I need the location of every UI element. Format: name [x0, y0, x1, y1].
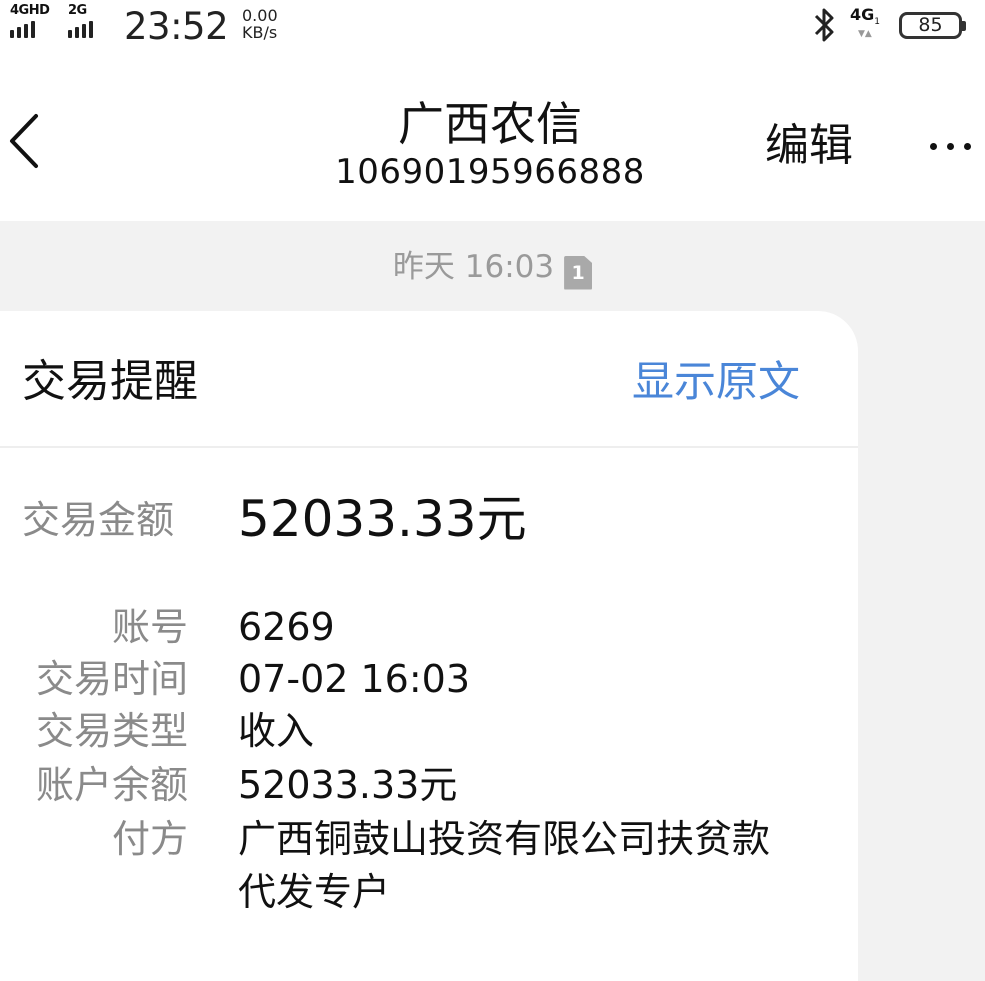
chevron-left-icon — [10, 114, 38, 168]
battery-icon: 85 — [899, 12, 966, 39]
signal-bars-icon — [10, 20, 49, 38]
field-label: 交易时间 — [35, 657, 188, 701]
battery-level: 85 — [918, 14, 943, 36]
conversation-title: 广西农信 10690195966888 — [280, 96, 700, 192]
signal-4ghd: 4GHD — [10, 3, 50, 38]
net-speed: 0.00 KB/s — [242, 7, 278, 41]
status-bar: 4GHD 2G 23:52 0.00 KB/s 4G1 ▼▲ 85 — [0, 0, 985, 56]
field-value: 6269 — [238, 605, 335, 649]
field-value: 广西铜鼓山投资有限公司扶贫款代发专户 — [238, 817, 771, 914]
network-type: 4G1 — [850, 6, 880, 31]
sender-name: 广西农信 — [398, 97, 582, 151]
network-type-sub: 1 — [874, 17, 880, 28]
network-type-label: 4G — [850, 5, 875, 24]
show-original-link[interactable]: 显示原文 — [632, 355, 800, 409]
dot-icon — [930, 142, 937, 150]
conversation-header: 广西农信 10690195966888 编辑 — [0, 56, 985, 221]
field-label: 付方 — [111, 817, 188, 861]
more-options-button[interactable] — [930, 134, 985, 158]
status-clock: 23:52 — [124, 5, 229, 48]
bluetooth-icon — [812, 6, 838, 48]
sim-card-icon: 1 — [564, 255, 593, 290]
signal-2g-label: 2G — [68, 3, 87, 18]
edit-button[interactable]: 编辑 — [765, 120, 853, 172]
signal-4ghd-label: 4GHD — [10, 3, 50, 18]
data-arrows-icon: ▼▲ — [858, 29, 872, 39]
field-label: 账号 — [111, 605, 188, 649]
net-speed-value: 0.00 — [242, 6, 278, 25]
back-button[interactable] — [0, 108, 60, 178]
transaction-card[interactable]: 交易提醒 显示原文 交易金额 52033.33元 账号 6269 交易时间 07… — [0, 311, 858, 981]
net-speed-unit: KB/s — [242, 23, 278, 42]
field-value: 07-02 16:03 — [238, 657, 471, 701]
field-value: 52033.33元 — [238, 763, 458, 807]
dot-icon — [947, 142, 954, 150]
signal-bars-icon — [68, 20, 93, 38]
field-value: 收入 — [238, 709, 315, 753]
message-timestamp-row: 昨天 16:03 1 — [0, 245, 985, 290]
card-title: 交易提醒 — [22, 356, 198, 407]
amount-label: 交易金额 — [22, 498, 175, 542]
amount-value: 52033.33元 — [238, 490, 527, 548]
field-label: 账户余额 — [35, 763, 188, 807]
field-label: 交易类型 — [35, 709, 188, 753]
signal-2g: 2G — [68, 4, 93, 38]
sender-number: 10690195966888 — [335, 152, 645, 192]
card-header: 交易提醒 显示原文 — [0, 311, 858, 448]
message-timestamp: 昨天 16:03 — [392, 249, 555, 285]
dot-icon — [964, 142, 971, 150]
